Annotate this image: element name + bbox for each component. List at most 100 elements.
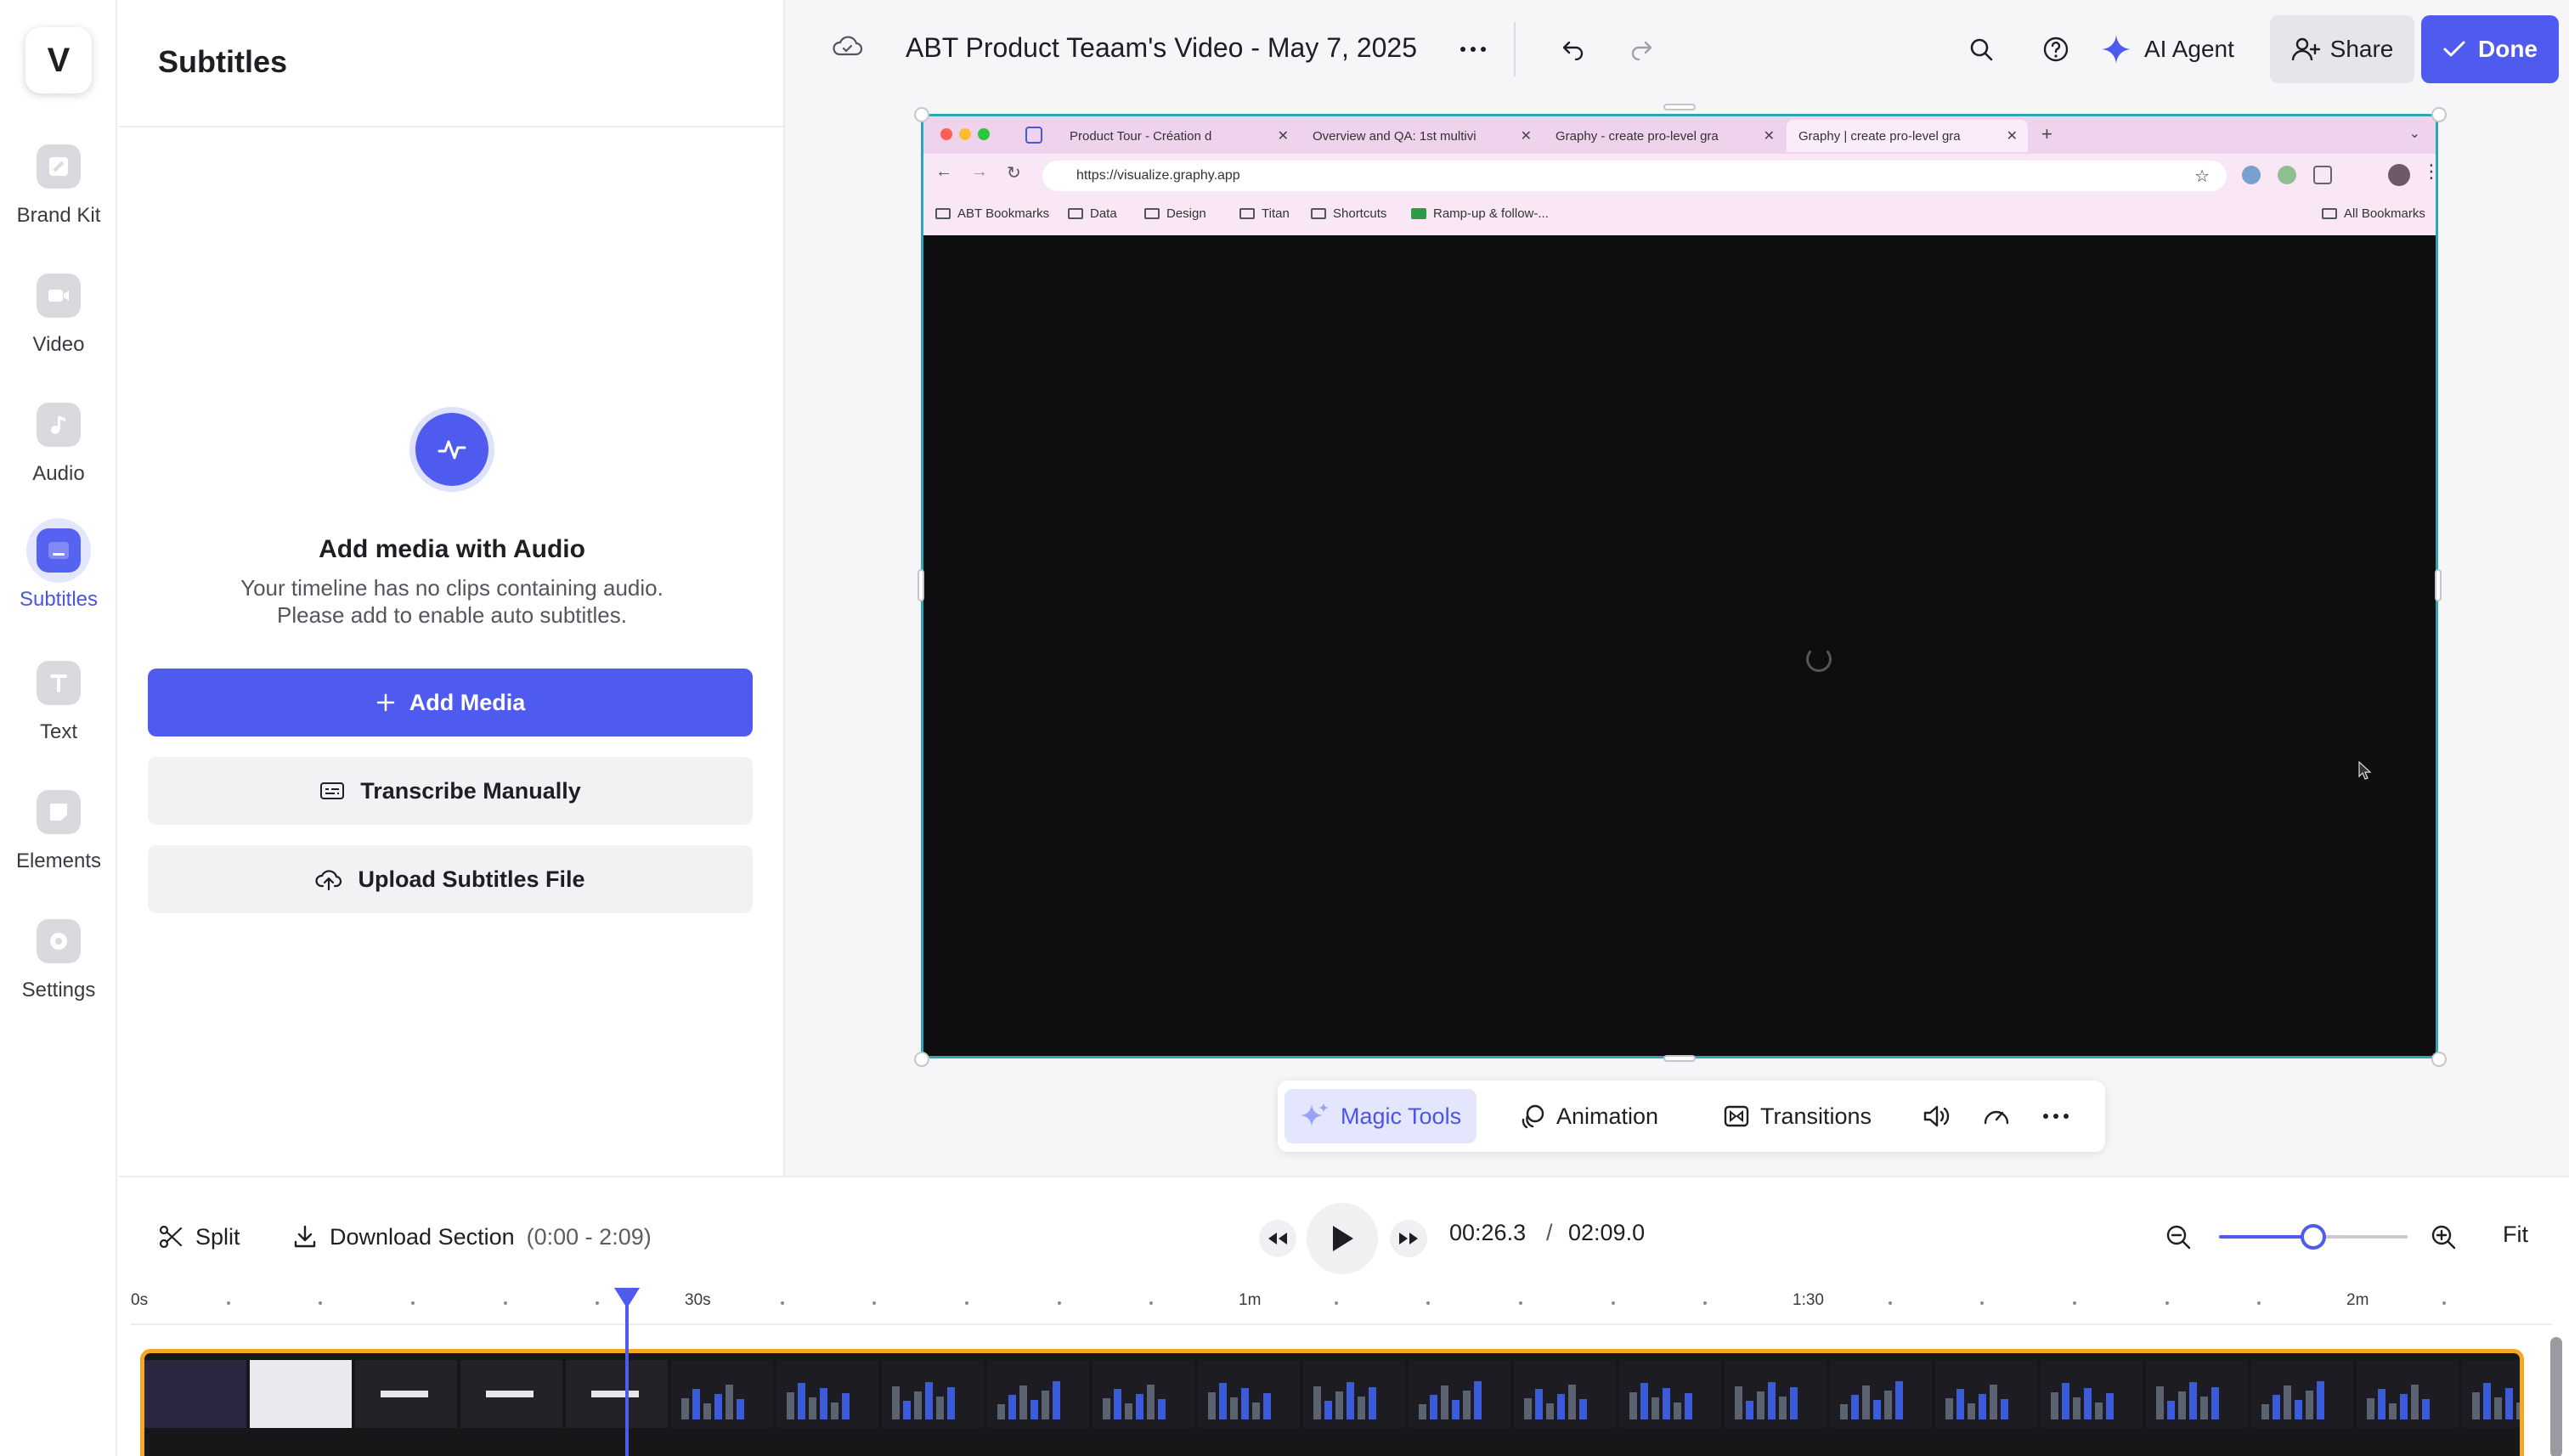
tab-label: Graphy | create pro-level gra <box>1798 128 1961 144</box>
transcribe-manually-button[interactable]: Transcribe Manually <box>148 757 753 825</box>
resize-handle[interactable] <box>2431 107 2447 122</box>
download-section-button[interactable]: Download Section (0:00 - 2:09) <box>292 1218 652 1256</box>
rail-label: Audio <box>32 462 85 485</box>
zoom-slider-knob[interactable] <box>2301 1224 2326 1250</box>
url-text: https://visualize.graphy.app <box>1076 168 1240 183</box>
skip-forward-button[interactable] <box>1390 1220 1427 1257</box>
add-media-button[interactable]: Add Media <box>148 669 753 736</box>
rail-item-brand-kit[interactable]: Brand Kit <box>0 134 117 228</box>
extension-icon <box>2278 166 2296 184</box>
ruler-tick <box>503 1301 507 1305</box>
upload-subtitles-button[interactable]: Upload Subtitles File <box>148 845 753 913</box>
kebab-menu-icon: ⋮ <box>2422 161 2436 183</box>
audio-icon <box>37 403 81 447</box>
resize-handle-right[interactable] <box>2435 569 2442 601</box>
elements-icon <box>37 790 81 834</box>
brand-kit-icon <box>37 144 81 189</box>
forward-arrow-icon: → <box>971 162 988 181</box>
resize-handle[interactable] <box>914 1052 929 1067</box>
share-label: Share <box>2329 36 2394 62</box>
clip-thumbnail <box>776 1360 878 1428</box>
done-label: Done <box>2478 36 2538 62</box>
rail-item-video[interactable]: Video <box>0 263 117 357</box>
rail-label: Brand Kit <box>16 204 101 227</box>
bookmark-label: Titan <box>1262 206 1290 221</box>
search-icon[interactable] <box>1962 31 2000 68</box>
zoom-in-icon[interactable] <box>2425 1218 2462 1256</box>
clip-thumbnail <box>250 1360 352 1428</box>
animation-button[interactable]: Animation <box>1504 1089 1674 1143</box>
empty-desc-line-1: Your timeline has no clips containing au… <box>240 575 663 601</box>
magic-tools-button[interactable]: Magic Tools <box>1284 1089 1477 1143</box>
tab-list-chevron-icon: ⌄ <box>2408 127 2420 141</box>
split-button[interactable]: Split <box>158 1218 240 1256</box>
empty-desc-line-2: Please add to enable auto subtitles. <box>277 602 627 628</box>
app-logo[interactable]: V <box>25 27 92 93</box>
timeline-scrollbar[interactable] <box>2550 1337 2562 1456</box>
project-title[interactable]: ABT Product Teaam's Video - May 7, 2025 <box>906 32 1417 64</box>
video-clip-track[interactable] <box>140 1349 2524 1456</box>
clip-thumbnail <box>2462 1360 2520 1428</box>
close-dot <box>940 128 952 140</box>
clip-thumbnail <box>1198 1360 1300 1428</box>
rail-item-settings[interactable]: Settings <box>0 909 117 1002</box>
done-button[interactable]: Done <box>2421 15 2559 83</box>
tab-grid-icon <box>1025 127 1042 144</box>
speed-icon[interactable] <box>1978 1098 2015 1135</box>
audio-wave-icon <box>415 413 488 486</box>
text-icon <box>37 661 81 705</box>
resize-handle-top[interactable] <box>1663 104 1696 110</box>
bookmark-label: ABT Bookmarks <box>957 206 1050 221</box>
ruler-tick <box>780 1301 784 1305</box>
rail-item-text[interactable]: Text <box>0 651 117 744</box>
fit-button[interactable]: Fit <box>2503 1222 2528 1248</box>
video-preview[interactable]: Product Tour - Création d ✕ Overview and … <box>921 114 2438 1058</box>
cloud-saved-icon <box>833 34 863 64</box>
clip-thumbnail <box>1409 1360 1510 1428</box>
zoom-slider[interactable] <box>2219 1224 2408 1250</box>
rail-label: Video <box>32 333 85 356</box>
canvas-area: Product Tour - Création d ✕ Overview and … <box>785 99 2569 1176</box>
more-options-icon[interactable] <box>2037 1098 2075 1135</box>
bookmark-label: Design <box>1166 206 1206 221</box>
sparkles-icon <box>1301 1103 1329 1126</box>
time-ruler[interactable]: 0s 30s 1m 1:30 2m <box>131 1291 2552 1325</box>
resize-handle[interactable] <box>2431 1052 2447 1067</box>
recorded-browser-chrome: Product Tour - Création d ✕ Overview and … <box>923 116 2436 235</box>
clip-thumbnail <box>1935 1360 2037 1428</box>
clip-thumbnail <box>1830 1360 1932 1428</box>
more-options-icon[interactable] <box>1454 31 1492 68</box>
rail-item-elements[interactable]: Elements <box>0 780 117 873</box>
browser-tab-strip: Product Tour - Création d ✕ Overview and … <box>923 116 2436 154</box>
playhead[interactable] <box>625 1288 629 1456</box>
play-button[interactable] <box>1307 1203 1378 1274</box>
profile-avatar <box>2388 164 2410 186</box>
volume-icon[interactable] <box>1918 1098 1956 1135</box>
rail-item-audio[interactable]: Audio <box>0 392 117 486</box>
rail-item-subtitles[interactable]: Subtitles <box>0 518 117 612</box>
loading-spinner-icon <box>1806 646 1832 672</box>
clip-thumbnail <box>1093 1360 1194 1428</box>
redo-icon[interactable] <box>1623 31 1660 68</box>
resize-handle-bottom[interactable] <box>1663 1055 1696 1062</box>
folder-icon <box>1144 208 1160 219</box>
ruler-tick <box>1426 1301 1431 1305</box>
zoom-out-icon[interactable] <box>2160 1218 2197 1256</box>
share-button[interactable]: Share <box>2270 15 2414 83</box>
clip-thumbnail <box>1619 1360 1721 1428</box>
ruler-tick <box>1703 1301 1708 1305</box>
ruler-tick <box>2165 1301 2169 1305</box>
skip-back-button[interactable] <box>1259 1220 1296 1257</box>
help-icon[interactable] <box>2037 31 2075 68</box>
clip-thumbnail <box>1514 1360 1616 1428</box>
resize-handle-left[interactable] <box>918 569 924 601</box>
download-icon <box>294 1225 316 1248</box>
resize-handle[interactable] <box>914 107 929 122</box>
scissors-icon <box>159 1225 183 1249</box>
ai-agent-button[interactable]: AI Agent <box>2100 31 2234 68</box>
ruler-tick <box>596 1301 600 1305</box>
bookmarks-bar: ABT Bookmarks Data Design Titan Shortcut… <box>923 198 2436 232</box>
undo-icon[interactable] <box>1555 31 1592 68</box>
transitions-button[interactable]: Transitions <box>1708 1089 1887 1143</box>
clip-thumbnail <box>144 1360 246 1428</box>
